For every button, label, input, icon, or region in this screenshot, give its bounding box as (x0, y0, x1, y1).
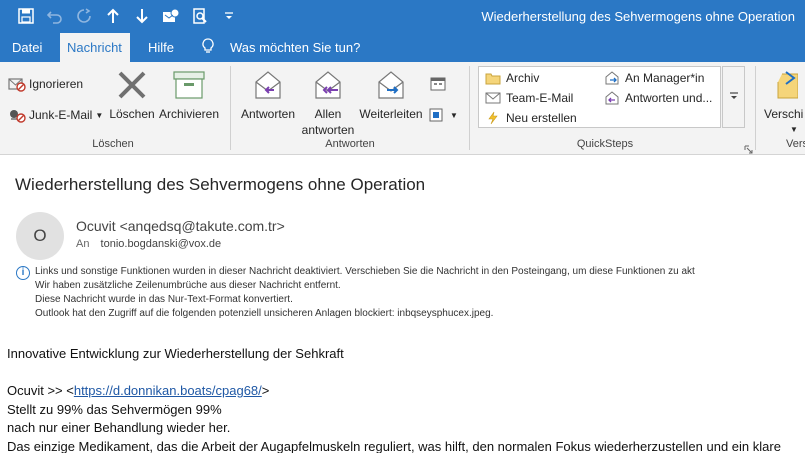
message-body: Innovative Entwicklung zur Wiederherstel… (7, 345, 781, 453)
recipient-row: An tonio.bogdanski@vox.de (76, 238, 221, 250)
ribbon: Ignorieren Junk-E-Mail ▼ Löschen Archivi… (0, 62, 805, 155)
mailbox-icon[interactable] (161, 6, 181, 26)
quickstep-archive[interactable]: Archiv (484, 70, 539, 86)
quickstep-to-manager-label: An Manager*in (625, 71, 705, 85)
expand-gallery-icon (729, 91, 739, 104)
info-line: Wir haben zusätzliche Zeilenumbrüche aus… (35, 280, 341, 291)
quickstep-team-email-label: Team-E-Mail (506, 91, 574, 105)
move-button[interactable]: Verschi ▼ (764, 66, 805, 138)
link-prefix: Ocuvit >> < (7, 383, 74, 398)
avatar[interactable]: O (16, 212, 64, 260)
quickstep-to-manager[interactable]: An Manager*in (603, 70, 704, 86)
title-bar: Wiederherstellung des Sehvermogens ohne … (0, 0, 805, 33)
reply-label: Antworten (240, 107, 296, 121)
tab-hilfe[interactable]: Hilfe (142, 33, 180, 62)
lightbulb-icon (202, 38, 222, 57)
reply-mail-icon (603, 90, 621, 106)
folder-icon (484, 70, 502, 86)
reply-button[interactable]: Antworten (238, 66, 298, 122)
delete-label: Löschen (109, 107, 155, 121)
forward-mail-icon (603, 70, 621, 86)
tell-me-box[interactable]: Was möchten Sie tun? (202, 33, 360, 62)
window-title: Wiederherstellung des Sehvermogens ohne … (481, 9, 795, 24)
ignore-icon (7, 75, 27, 93)
customize-dropdown-icon[interactable] (219, 6, 239, 26)
calendar-icon (428, 75, 448, 93)
tell-me-label: Was möchten Sie tun? (230, 40, 361, 55)
quickstep-archive-label: Archiv (506, 71, 540, 85)
group-divider (469, 66, 470, 150)
chevron-down-icon: ▼ (450, 110, 458, 120)
ignore-button[interactable]: Ignorieren (7, 74, 83, 94)
forward-label: Weiterleiten (359, 107, 423, 121)
reply-all-label-1: Allen (314, 107, 342, 121)
group-divider (230, 66, 231, 150)
body-line: nach nur einer Behandlung wieder her. (7, 420, 231, 435)
junk-email-label: Junk-E-Mail (29, 108, 93, 122)
info-line: Diese Nachricht wurde in das Nur-Text-Fo… (35, 294, 293, 305)
body-line: Stellt zu 99% das Sehvermögen 99% (7, 401, 222, 417)
body-link-line: Ocuvit >> <https://d.donnikan.boats/cpag… (7, 382, 781, 401)
avatar-initial: O (33, 226, 47, 245)
recipient[interactable]: tonio.bogdanski@vox.de (101, 238, 222, 250)
forward-button[interactable]: Weiterleiten (358, 66, 424, 122)
move-label: Verschi (764, 107, 804, 121)
junk-icon (7, 106, 27, 124)
delete-button[interactable]: Löschen (109, 66, 155, 122)
more-respond-icon (428, 106, 448, 124)
group-divider (755, 66, 756, 150)
move-group-label: Vers (786, 138, 805, 150)
quickstep-create-new-label: Neu erstellen (506, 111, 577, 125)
delete-x-icon (112, 66, 152, 104)
more-respond-button[interactable]: ▼ (428, 105, 458, 125)
respond-group-label: Antworten (325, 138, 375, 150)
save-icon[interactable] (16, 6, 36, 26)
team-email-icon (484, 90, 502, 106)
chevron-down-icon: ▼ (790, 125, 798, 134)
message-link[interactable]: https://d.donnikan.boats/cpag68/ (74, 383, 262, 398)
up-arrow-icon[interactable] (103, 6, 123, 26)
quicksteps-more-button[interactable] (722, 66, 745, 128)
quickstep-team-email[interactable]: Team-E-Mail (484, 90, 573, 106)
undo-icon[interactable] (45, 6, 65, 26)
redo-icon[interactable] (74, 6, 94, 26)
junk-email-button[interactable]: Junk-E-Mail ▼ (7, 105, 103, 125)
to-label: An (76, 238, 90, 250)
sender[interactable]: Ocuvit <anqedsq@takute.com.tr> (76, 218, 285, 234)
tab-datei[interactable]: Datei (6, 33, 48, 62)
forward-icon (371, 66, 411, 104)
quicksteps-group-label: QuickSteps (576, 138, 634, 150)
meeting-button[interactable] (428, 74, 450, 94)
quickstep-create-new[interactable]: Neu erstellen (484, 110, 577, 126)
move-folder-icon (764, 66, 798, 104)
ignore-label: Ignorieren (29, 77, 84, 91)
reply-all-icon (308, 66, 348, 104)
link-suffix: > (261, 383, 270, 398)
quicksteps-gallery: Archiv An Manager*in Team-E-Mail Antwort… (478, 66, 721, 128)
tab-nachricht[interactable]: Nachricht (60, 33, 130, 62)
info-line: Links und sonstige Funktionen wurden in … (35, 266, 695, 277)
archive-box-icon (169, 66, 209, 104)
body-line: Innovative Entwicklung zur Wiederherstel… (7, 346, 344, 361)
quickstep-reply-delete[interactable]: Antworten und... (603, 90, 712, 106)
chevron-down-icon: ▼ (95, 110, 104, 120)
reply-all-label-2: antworten (301, 123, 355, 137)
reply-icon (248, 66, 288, 104)
delete-group-label: Löschen (92, 138, 134, 150)
archive-button[interactable]: Archivieren (158, 66, 220, 122)
reply-all-button[interactable]: Allen antworten (299, 66, 357, 138)
print-preview-icon[interactable] (190, 6, 210, 26)
lightning-icon (484, 110, 502, 126)
down-arrow-icon[interactable] (132, 6, 152, 26)
dialog-launcher-icon[interactable] (744, 141, 754, 154)
body-blank-line (7, 364, 781, 383)
info-icon: i (16, 266, 30, 280)
info-line: Outlook hat den Zugriff auf die folgende… (35, 308, 494, 319)
message-subject: Wiederherstellung des Sehvermogens ohne … (15, 175, 426, 194)
ribbon-tabs: Datei Nachricht Hilfe Was möchten Sie tu… (0, 33, 805, 62)
body-line: Das einzige Medikament, das die Arbeit d… (7, 438, 781, 453)
archive-label: Archivieren (158, 107, 220, 121)
quickstep-reply-delete-label: Antworten und... (625, 91, 713, 105)
